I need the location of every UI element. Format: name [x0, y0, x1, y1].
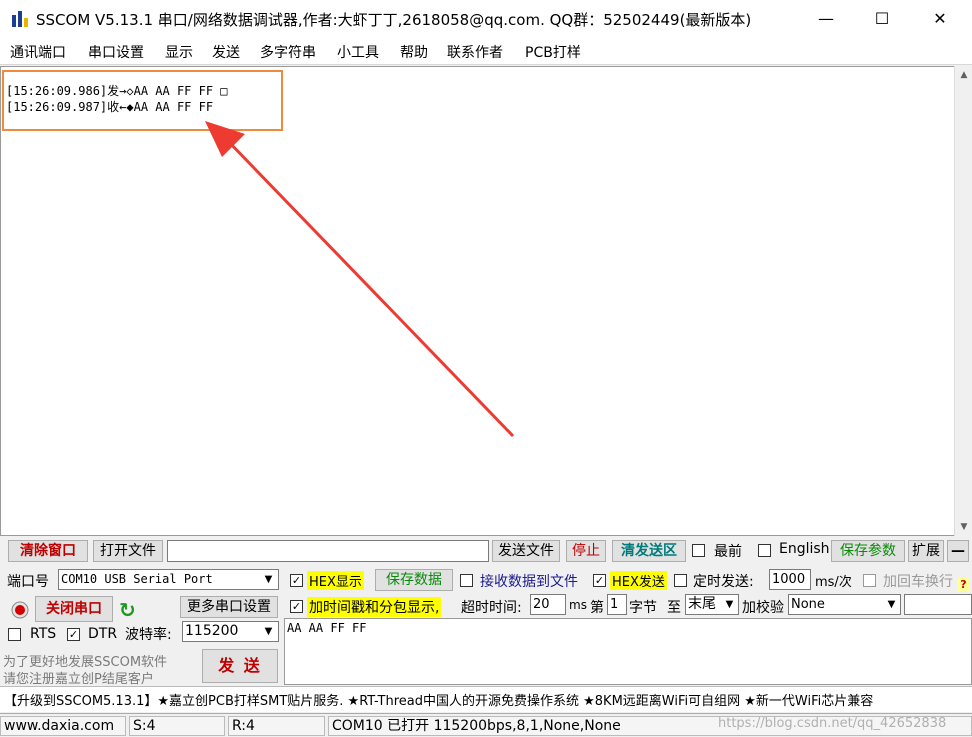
checksum-select-value: None: [791, 597, 825, 612]
checksum-label: 加校验: [742, 600, 784, 616]
file-path-input[interactable]: [167, 540, 489, 562]
send-button[interactable]: 发 送: [202, 649, 278, 683]
clear-window-button[interactable]: 清除窗口: [8, 540, 88, 562]
promo-ticker-text: 【升级到SSCOM5.13.1】★嘉立创PCB打样SMT贴片服务. ★RT-Th…: [4, 694, 874, 709]
sent-count: S:4: [129, 716, 225, 736]
interval-input[interactable]: 1000: [769, 569, 811, 590]
timed-send-checkbox[interactable]: [674, 574, 687, 587]
rts-label: RTS: [30, 626, 57, 642]
expand-button[interactable]: 扩展: [908, 540, 944, 562]
english-label: English: [779, 541, 830, 557]
promo-ticker[interactable]: 【升级到SSCOM5.13.1】★嘉立创PCB打样SMT贴片服务. ★RT-Th…: [0, 686, 972, 712]
recv-to-file-checkbox[interactable]: [460, 574, 473, 587]
clear-send-button[interactable]: 清发送区: [612, 540, 686, 562]
received-count: R:4: [228, 716, 325, 736]
hex-display-label: HEX显示: [307, 571, 364, 590]
send-file-button[interactable]: 发送文件: [492, 540, 560, 562]
website-link[interactable]: www.daxia.com: [0, 716, 126, 736]
rts-checkbox[interactable]: [8, 628, 21, 641]
timeout-label: 超时时间:: [461, 600, 522, 616]
save-data-button[interactable]: 保存数据: [375, 569, 453, 591]
collapse-button[interactable]: —: [947, 540, 969, 562]
stop-button[interactable]: 停止: [566, 540, 606, 562]
baud-select-value: 115200: [185, 623, 239, 639]
add-newline-label: 加回车换行: [883, 574, 953, 590]
byte-prefix: 第: [590, 600, 604, 616]
port-select[interactable]: COM10 USB Serial Port: [58, 569, 279, 590]
send-text-area[interactable]: AA AA FF FF: [284, 618, 972, 685]
checksum-result-field: [904, 594, 972, 615]
hex-send-label: HEX发送: [610, 571, 667, 590]
dtr-label: DTR: [88, 626, 118, 642]
timestamp-checkbox[interactable]: ✓: [290, 600, 303, 613]
refresh-icon[interactable]: ↻: [119, 598, 136, 622]
english-checkbox[interactable]: [758, 544, 771, 557]
record-icon: [11, 601, 29, 619]
interval-unit: ms/次: [815, 575, 852, 590]
status-bar: www.daxia.com S:4 R:4 COM10 已打开 115200bp…: [0, 713, 972, 737]
port-label: 端口号: [7, 574, 49, 590]
save-params-button[interactable]: 保存参数: [831, 540, 905, 562]
port-dropdown-icon[interactable]: ▼: [260, 570, 277, 589]
add-newline-checkbox[interactable]: [863, 574, 876, 587]
to-dropdown-icon[interactable]: ▼: [721, 595, 738, 614]
byte-index-input[interactable]: 1: [607, 594, 627, 615]
watermark-text: https://blog.csdn.net/qq_42652838: [718, 716, 947, 731]
port-select-value: COM10 USB Serial Port: [61, 572, 213, 586]
help-icon[interactable]: ?: [957, 578, 970, 591]
byte-unit: 字节: [629, 600, 657, 616]
promo-line-2: 请您注册嘉立创P结尾客户: [3, 672, 154, 687]
timestamp-label: 加时间戳和分包显示,: [307, 597, 442, 617]
to-select-value: 末尾: [688, 596, 716, 612]
hex-display-checkbox[interactable]: ✓: [290, 574, 303, 587]
recv-to-file-label: 接收数据到文件: [480, 574, 578, 590]
baud-label: 波特率:: [125, 627, 172, 643]
open-file-button[interactable]: 打开文件: [93, 540, 163, 562]
checksum-dropdown-icon[interactable]: ▼: [883, 595, 900, 614]
timeout-input[interactable]: 20: [530, 594, 566, 615]
dtr-checkbox[interactable]: ✓: [67, 628, 80, 641]
to-label: 至: [667, 600, 681, 616]
close-port-button[interactable]: 关闭串口: [35, 596, 113, 622]
more-port-settings-button[interactable]: 更多串口设置: [180, 596, 278, 618]
topmost-checkbox[interactable]: [692, 544, 705, 557]
hex-send-checkbox[interactable]: ✓: [593, 574, 606, 587]
send-text-content: AA AA FF FF: [287, 621, 367, 635]
topmost-label: 最前: [714, 544, 742, 560]
timeout-unit: ms: [569, 598, 587, 612]
timed-send-label: 定时发送:: [693, 574, 754, 590]
baud-dropdown-icon[interactable]: ▼: [260, 622, 277, 641]
